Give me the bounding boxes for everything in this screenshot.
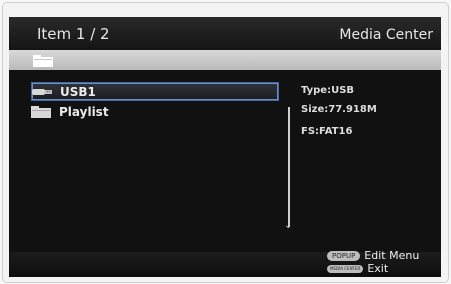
info-filesystem: FS:FAT16 [301,126,353,137]
media-center-screen: Item 1 / 2 Media Center USB1 Playlist Ty… [9,17,441,277]
list-item-label: USB1 [60,84,96,99]
header-bar: Item 1 / 2 Media Center [9,17,441,50]
scrollbar-track[interactable] [288,107,290,227]
exit-hint: MEDIA CENTER Exit [327,262,388,275]
list-item-usb1[interactable]: USB1 [31,82,279,101]
scroll-down-arrow-icon[interactable]: ⌄ [284,220,292,231]
footer-bar: POPUP Edit Menu MEDIA CENTER Exit [9,249,441,277]
item-counter: Item 1 / 2 [37,25,110,43]
popup-hint: POPUP Edit Menu [327,249,419,262]
list-item-label: Playlist [59,104,109,119]
info-type: Type:USB [301,85,355,96]
list-item-playlist[interactable]: Playlist [31,103,277,120]
exit-hint-label: Exit [367,262,389,275]
popup-hint-label: Edit Menu [364,249,420,262]
folder-icon [31,105,51,118]
media-center-key-icon: MEDIA CENTER [327,264,364,273]
usb-drive-icon [32,85,52,98]
path-bar [9,50,441,70]
info-size: Size:77.918M [301,104,377,115]
app-title: Media Center [339,27,433,43]
file-browser: USB1 Playlist Type:USB Size:77.918M FS:F… [9,70,441,252]
folder-icon [33,55,53,67]
popup-key-icon: POPUP [327,250,361,261]
